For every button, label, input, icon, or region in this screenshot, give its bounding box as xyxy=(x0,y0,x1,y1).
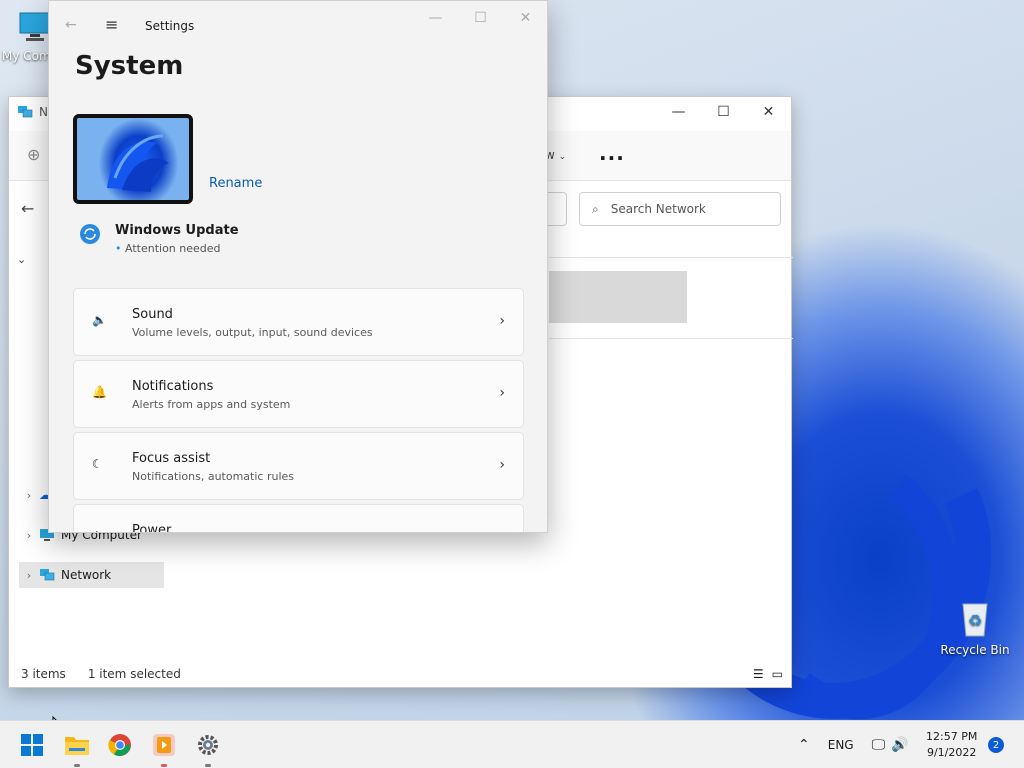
folder-icon xyxy=(65,737,89,755)
content-divider xyxy=(549,338,793,339)
page-title: System xyxy=(75,51,184,81)
back-arrow-icon[interactable]: ← xyxy=(65,17,77,33)
content-header xyxy=(549,257,793,258)
search-box[interactable]: ⌕ Search Network xyxy=(579,192,781,226)
chevron-right-icon: › xyxy=(499,529,505,532)
moon-icon: ☾ xyxy=(92,457,103,471)
chevron-right-icon: › xyxy=(499,313,505,329)
card-title: Focus assist xyxy=(132,451,211,466)
back-arrow-icon[interactable]: ← xyxy=(21,199,34,218)
selection-count: 1 item selected xyxy=(87,667,181,681)
chevron-right-icon: › xyxy=(26,488,32,502)
monitor-icon xyxy=(19,12,51,41)
close-button[interactable]: ✕ xyxy=(503,3,547,33)
maximize-button[interactable]: ☐ xyxy=(701,97,746,127)
maximize-button[interactable]: ☐ xyxy=(458,3,503,33)
hamburger-menu-icon[interactable]: ≡ xyxy=(105,15,118,34)
clock-time: 12:57 PM xyxy=(926,730,978,743)
search-icon: ⌕ xyxy=(592,201,599,216)
chevron-right-icon: › xyxy=(26,528,32,542)
taskbar-chrome[interactable] xyxy=(104,729,136,761)
desktop-icon-recycle-bin[interactable]: ♻ Recycle Bin xyxy=(940,598,1010,657)
card-subtitle: Volume levels, output, input, sound devi… xyxy=(132,326,373,339)
chevron-right-icon: › xyxy=(26,568,32,582)
sync-icon xyxy=(80,224,100,244)
close-button[interactable]: ✕ xyxy=(746,97,791,127)
clock[interactable]: 12:57 PM 9/1/2022 xyxy=(926,729,977,761)
notification-badge[interactable]: 2 xyxy=(988,737,1004,753)
selected-network-item[interactable] xyxy=(549,271,687,323)
language-indicator[interactable]: ENG xyxy=(828,738,854,752)
volume-icon[interactable]: 🔊 xyxy=(891,737,908,753)
settings-card-power[interactable]: ⏻ Power › xyxy=(73,504,524,533)
power-icon: ⏻ xyxy=(92,529,102,532)
app-title: Settings xyxy=(145,19,195,33)
desktop-icon-label: Recycle Bin xyxy=(940,643,1010,657)
network-status-icon[interactable]: 🖵 xyxy=(872,737,886,753)
window-controls: — ☐ ✕ xyxy=(656,97,791,127)
taskbar-file-explorer[interactable] xyxy=(61,729,93,767)
recycle-bin-icon: ♻ xyxy=(962,603,988,637)
minimize-button[interactable]: — xyxy=(656,97,701,127)
running-indicator xyxy=(74,764,80,767)
gear-icon xyxy=(198,735,218,755)
chevron-down-icon[interactable]: ⌄ xyxy=(17,253,26,266)
running-indicator xyxy=(161,764,167,767)
minimize-button[interactable]: — xyxy=(413,3,458,33)
view-switcher: ☰ ▭ xyxy=(753,667,783,681)
windows-update-title: Windows Update xyxy=(115,223,239,238)
taskbar-media-app[interactable] xyxy=(148,729,180,767)
more-options-button[interactable]: ... xyxy=(599,141,625,165)
wallpaper-thumbnail[interactable] xyxy=(73,114,193,204)
view-dropdown[interactable]: w ⌄ xyxy=(545,148,566,162)
windows-update-status[interactable]: Windows Update • Attention needed xyxy=(79,223,239,255)
taskbar: ⌃ ENG 🖵 🔊 12:57 PM 9/1/2022 2 xyxy=(0,720,1024,768)
windows-update-subtitle: Attention needed xyxy=(125,242,221,255)
card-title: Power xyxy=(132,523,172,533)
bloom-icon xyxy=(107,134,169,192)
network-icon xyxy=(40,569,55,581)
bell-icon: 🔔 xyxy=(92,385,107,399)
chrome-icon xyxy=(108,734,131,756)
settings-card-notifications[interactable]: 🔔 Notifications Alerts from apps and sys… xyxy=(73,360,524,428)
window-controls: — ☐ ✕ xyxy=(413,3,547,33)
clock-date: 9/1/2022 xyxy=(926,746,977,759)
item-count: 3 items xyxy=(21,667,66,681)
tree-item-onedrive[interactable]: › ☁ xyxy=(19,482,51,508)
media-player-icon xyxy=(153,734,175,756)
chevron-right-icon: › xyxy=(499,385,505,401)
windows-logo-icon xyxy=(21,734,43,756)
status-dot: • xyxy=(115,242,122,255)
taskbar-settings[interactable] xyxy=(192,729,224,767)
rename-link[interactable]: Rename xyxy=(209,176,262,191)
speaker-icon: 🔈 xyxy=(92,313,107,327)
status-bar: 3 items 1 item selected xyxy=(21,667,181,681)
running-indicator xyxy=(205,764,211,767)
system-tray: ⌃ ENG 🖵 🔊 xyxy=(798,721,909,768)
settings-card-focus-assist[interactable]: ☾ Focus assist Notifications, automatic … xyxy=(73,432,524,500)
tree-item-network[interactable]: › Network xyxy=(19,562,164,588)
chevron-right-icon: › xyxy=(499,457,505,473)
search-input[interactable]: Search Network xyxy=(611,202,706,216)
new-icon[interactable]: ⊕ xyxy=(27,145,40,164)
network-icon xyxy=(18,106,33,118)
card-title: Notifications xyxy=(132,379,214,394)
svg-text:♻: ♻ xyxy=(968,611,982,630)
card-title: Sound xyxy=(132,307,173,322)
card-subtitle: Notifications, automatic rules xyxy=(132,470,295,483)
tiles-view-icon[interactable]: ▭ xyxy=(772,667,783,681)
start-button[interactable] xyxy=(16,729,48,761)
settings-card-sound[interactable]: 🔈 Sound Volume levels, output, input, so… xyxy=(73,288,524,356)
chevron-up-icon[interactable]: ⌃ xyxy=(798,737,810,753)
settings-window[interactable]: ← ≡ Settings — ☐ ✕ System Rename Windows… xyxy=(48,0,548,533)
card-subtitle: Alerts from apps and system xyxy=(132,398,291,411)
details-view-icon[interactable]: ☰ xyxy=(753,667,764,681)
chevron-down-icon: ⌄ xyxy=(558,152,567,162)
